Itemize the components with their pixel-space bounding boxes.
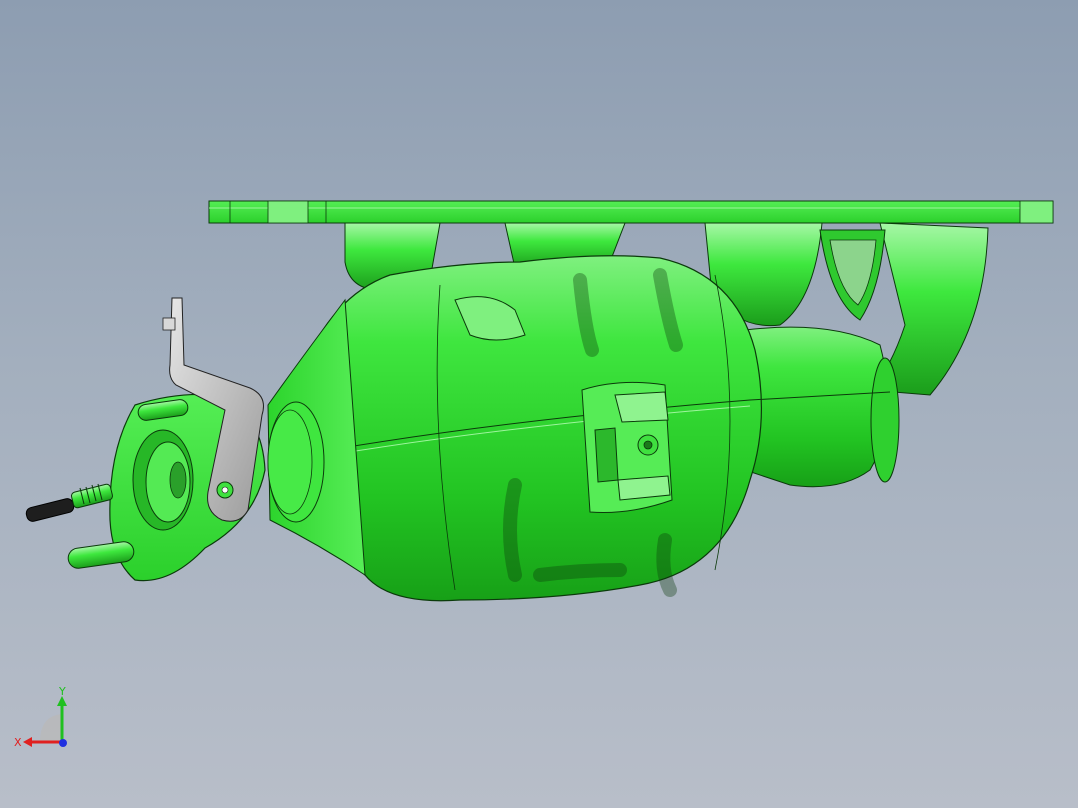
outlet-pipe[interactable] (744, 326, 900, 488)
triad-x-label: X (14, 736, 22, 749)
triad-x-arrow-icon (23, 737, 32, 747)
oxygen-sensor-stud[interactable] (25, 483, 113, 522)
triad-z-axis (59, 739, 67, 747)
triad-plane (40, 714, 62, 742)
coordinate-triad: Y X (14, 686, 67, 749)
manifold-flange-plate[interactable] (208, 200, 1054, 224)
exhaust-manifold-catalytic-converter-model[interactable] (0, 0, 1078, 808)
triad-y-label: Y (58, 686, 66, 698)
graphics-viewport[interactable]: Y X (0, 0, 1078, 808)
sensor-boss-bracket[interactable] (581, 381, 673, 513)
